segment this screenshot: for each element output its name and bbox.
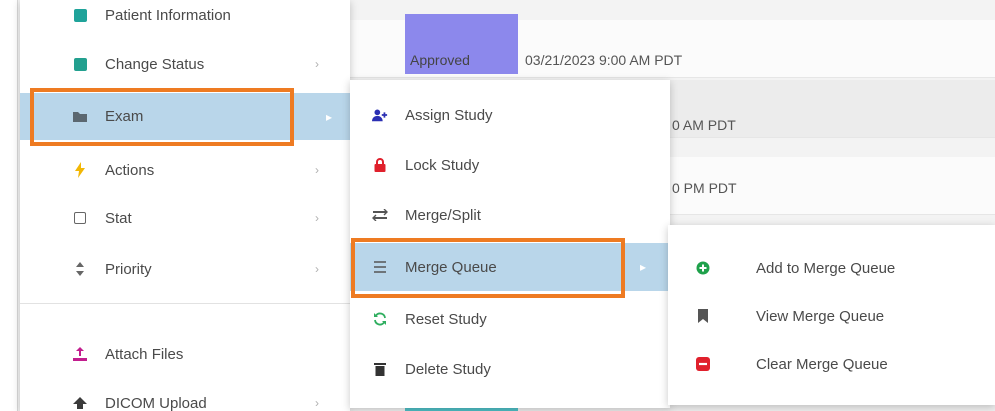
attach-icon [72, 346, 88, 362]
menu-item-label: Priority [105, 260, 152, 278]
menu-item-merge-queue[interactable]: Merge Queue ▸ [350, 243, 670, 291]
menu-item-label: Actions [105, 161, 155, 179]
exam-submenu: Assign Study Lock Study Merge/Split Merg… [350, 80, 670, 408]
checkbox-icon [72, 210, 88, 226]
upload-icon [72, 395, 88, 411]
reset-icon [372, 311, 388, 327]
add-circle-icon [695, 260, 711, 276]
lightning-icon [72, 162, 88, 178]
merge-split-icon [372, 207, 388, 223]
menu-item-actions[interactable]: Actions › [20, 147, 350, 193]
chevron-right-icon: › [315, 262, 319, 276]
menu-item-delete-study[interactable]: Delete Study [350, 346, 670, 392]
menu-item-dicom-upload[interactable]: DICOM Upload › [20, 380, 350, 411]
menu-item-exam[interactable]: Exam ▸ [20, 93, 350, 140]
menu-item-label: Delete Study [405, 360, 491, 378]
menu-divider [20, 303, 350, 304]
menu-item-change-status[interactable]: Change Status › [20, 41, 350, 87]
menu-item-reset-study[interactable]: Reset Study [350, 296, 670, 342]
menu-item-assign-study[interactable]: Assign Study [350, 92, 670, 138]
chevron-right-icon: ▸ [326, 109, 333, 124]
menu-item-add-to-merge-queue[interactable]: Add to Merge Queue [668, 245, 995, 291]
assign-user-icon [372, 107, 388, 123]
menu-item-label: Change Status [105, 55, 205, 73]
chevron-right-icon: › [315, 163, 319, 177]
list-icon [372, 259, 388, 275]
menu-item-label: Merge Queue [405, 258, 497, 276]
left-edge [0, 0, 18, 411]
chevron-right-icon: › [315, 211, 319, 225]
chevron-right-icon: › [315, 396, 319, 410]
menu-item-stat[interactable]: Stat › [20, 195, 350, 241]
menu-item-label: Attach Files [105, 345, 184, 363]
bookmark-icon [695, 308, 711, 324]
status-text: Approved [410, 52, 470, 68]
study-time: 0 AM PDT [672, 117, 736, 133]
menu-item-label: Patient Information [105, 6, 231, 24]
menu-item-attach-files[interactable]: Attach Files [20, 331, 350, 377]
study-date: 03/21/2023 9:00 AM PDT [525, 52, 683, 68]
menu-item-label: Stat [105, 209, 132, 227]
menu-item-lock-study[interactable]: Lock Study [350, 142, 670, 188]
chevron-right-icon: › [315, 57, 319, 71]
sort-icon [72, 261, 88, 277]
menu-item-merge-split[interactable]: Merge/Split [350, 192, 670, 238]
menu-item-priority[interactable]: Priority › [20, 246, 350, 292]
folder-icon [72, 109, 88, 125]
menu-item-view-merge-queue[interactable]: View Merge Queue [668, 293, 995, 339]
lock-icon [372, 157, 388, 173]
context-menu: Patient Information Change Status › Exam… [20, 0, 350, 411]
menu-item-patient-information[interactable]: Patient Information [20, 0, 350, 38]
study-time: 0 PM PDT [672, 180, 737, 196]
merge-queue-submenu: Add to Merge Queue View Merge Queue Clea… [668, 225, 995, 405]
menu-item-label: Merge/Split [405, 206, 481, 224]
patient-icon [72, 7, 88, 23]
chevron-right-icon: ▸ [640, 260, 647, 274]
menu-item-label: Add to Merge Queue [756, 259, 896, 277]
menu-item-label: View Merge Queue [756, 307, 885, 325]
menu-item-label: Lock Study [405, 156, 480, 174]
menu-item-label: Assign Study [405, 106, 493, 124]
square-icon [72, 56, 88, 72]
remove-icon [695, 356, 711, 372]
trash-icon [372, 361, 388, 377]
menu-item-label: Reset Study [405, 310, 487, 328]
menu-item-clear-merge-queue[interactable]: Clear Merge Queue [668, 341, 995, 387]
menu-item-label: Exam [105, 108, 144, 125]
menu-item-label: DICOM Upload [105, 394, 207, 411]
menu-item-label: Clear Merge Queue [756, 355, 888, 373]
